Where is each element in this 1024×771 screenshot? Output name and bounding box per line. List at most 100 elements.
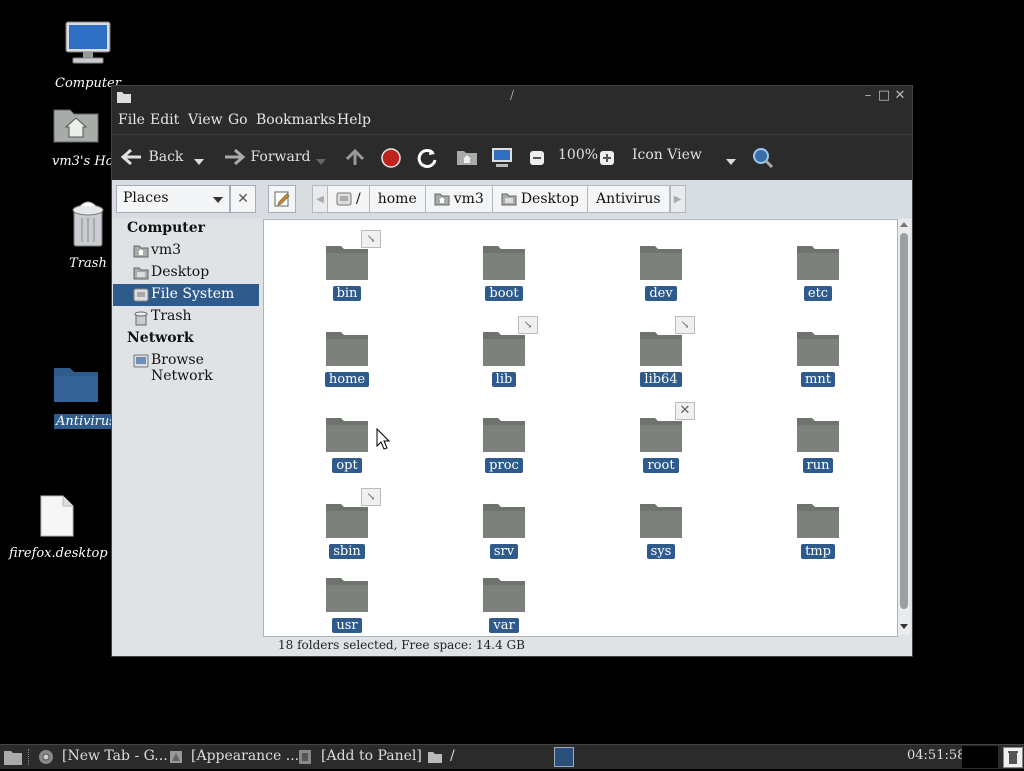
close-button[interactable]: ✕ xyxy=(893,89,907,103)
edit-location-button[interactable] xyxy=(268,185,296,213)
forward-history-dropdown[interactable] xyxy=(316,154,326,170)
scroll-down-arrow-icon[interactable] xyxy=(900,624,908,629)
taskbar-item-add-to-panel[interactable]: [Add to Panel] xyxy=(321,748,422,764)
title-bar[interactable]: / – □ ✕ xyxy=(112,86,912,108)
zoom-out-button[interactable] xyxy=(529,150,545,166)
chevron-down-icon xyxy=(213,197,223,203)
folder-item-var[interactable]: var xyxy=(459,574,549,633)
symlink-emblem-icon: ↘ xyxy=(518,316,538,334)
folder-label: run xyxy=(802,458,834,473)
show-desktop-icon[interactable] xyxy=(3,748,23,766)
folder-item-lib64[interactable]: lib64 xyxy=(616,328,706,387)
zoom-in-button[interactable] xyxy=(599,150,615,166)
desktop-icon-firefox[interactable]: firefox.desktop xyxy=(7,494,108,561)
maximize-button[interactable]: □ xyxy=(877,89,891,103)
desktop-folder-icon xyxy=(501,193,517,206)
stop-button[interactable] xyxy=(380,147,402,169)
breadcrumb-vm3[interactable]: vm3 xyxy=(425,185,493,213)
folder-item-srv[interactable]: srv xyxy=(459,500,549,559)
desktop-icon-label: Antivirus xyxy=(54,414,113,429)
folder-icon xyxy=(53,368,98,402)
folder-label: lib64 xyxy=(640,372,682,387)
folder-item-lib[interactable]: lib xyxy=(459,328,549,387)
breadcrumb-label: home xyxy=(377,191,417,207)
vertical-scrollbar[interactable] xyxy=(898,219,910,635)
view-mode-dropdown[interactable] xyxy=(726,154,736,170)
sidebar-places-select[interactable]: Places xyxy=(116,185,230,213)
folder-item-etc[interactable]: etc xyxy=(773,242,863,301)
drive-icon xyxy=(336,192,352,206)
sidebar-item-label: vm3 xyxy=(151,242,182,258)
menu-file[interactable]: File xyxy=(118,112,145,128)
workspace-switcher[interactable] xyxy=(554,747,574,767)
sidebar-item-desktop[interactable]: Desktop xyxy=(113,262,259,284)
scrollbar-thumb[interactable] xyxy=(900,233,908,609)
folder-item-home[interactable]: home xyxy=(302,328,392,387)
sidebar-item-label: Desktop xyxy=(151,264,210,280)
breadcrumb-home[interactable]: home xyxy=(369,185,426,213)
desktop-icon-home[interactable]: vm3's Home xyxy=(38,102,113,169)
menu-go[interactable]: Go xyxy=(228,112,248,128)
menu-help[interactable]: Help xyxy=(337,112,371,128)
menu-view[interactable]: View xyxy=(188,112,223,128)
breadcrumb-scroll-right[interactable]: ▶ xyxy=(669,185,686,213)
search-button[interactable] xyxy=(752,147,774,169)
folder-icon xyxy=(326,578,368,612)
folder-item-proc[interactable]: proc xyxy=(459,414,549,473)
folder-item-dev[interactable]: dev xyxy=(616,242,706,301)
folder-label: boot xyxy=(485,286,523,301)
chrome-icon[interactable] xyxy=(38,749,54,765)
home-folder-icon xyxy=(457,151,477,165)
forward-arrow-icon xyxy=(225,148,246,166)
breadcrumb-scroll-left[interactable]: ◀ xyxy=(312,185,328,213)
computer-button[interactable] xyxy=(490,147,514,169)
desktop-icon-antivirus[interactable]: Antivirus xyxy=(38,362,113,429)
view-mode-select[interactable]: Icon View xyxy=(632,147,702,163)
folder-item-mnt[interactable]: mnt xyxy=(773,328,863,387)
sidebar-item-browse-network[interactable]: Browse Network xyxy=(113,350,259,384)
reload-button[interactable] xyxy=(416,147,438,169)
home-button[interactable] xyxy=(456,147,478,167)
taskbar-item-appearance[interactable]: [Appearance ... xyxy=(191,748,299,764)
folder-icon[interactable] xyxy=(427,750,443,764)
folder-label: bin xyxy=(332,286,362,301)
folder-icon xyxy=(797,504,839,538)
sidebar-item-trash[interactable]: Trash xyxy=(113,306,259,328)
desktop-folder-icon xyxy=(133,267,149,280)
menu-bookmarks[interactable]: Bookmarks xyxy=(256,112,336,128)
desktop-icon-label: firefox.desktop xyxy=(9,546,108,561)
folder-item-bin[interactable]: bin xyxy=(302,242,392,301)
folder-item-tmp[interactable]: tmp xyxy=(773,500,863,559)
forward-button[interactable]: Forward xyxy=(222,147,311,167)
up-button[interactable] xyxy=(344,147,366,167)
menu-edit[interactable]: Edit xyxy=(150,112,179,128)
desktop-icon-computer[interactable]: Computer xyxy=(38,20,138,91)
folder-item-usr[interactable]: usr xyxy=(302,574,392,633)
breadcrumb-desktop[interactable]: Desktop xyxy=(492,185,589,213)
minimize-button[interactable]: – xyxy=(861,89,875,103)
back-history-dropdown[interactable] xyxy=(194,154,204,170)
add-to-panel-icon[interactable] xyxy=(298,749,312,765)
scroll-up-arrow-icon[interactable] xyxy=(900,222,908,227)
folder-item-sbin[interactable]: sbin xyxy=(302,500,392,559)
folder-item-boot[interactable]: boot xyxy=(459,242,549,301)
system-tray[interactable] xyxy=(962,746,998,768)
close-sidebar-button[interactable]: ✕ xyxy=(230,185,256,213)
folder-item-sys[interactable]: sys xyxy=(616,500,706,559)
taskbar-item-file-manager[interactable]: / xyxy=(450,748,455,764)
folder-item-root[interactable]: root xyxy=(616,414,706,473)
breadcrumb-root[interactable]: / xyxy=(328,185,370,213)
folder-item-run[interactable]: run xyxy=(773,414,863,473)
breadcrumb-antivirus[interactable]: Antivirus xyxy=(588,185,670,213)
sidebar-item-vm3[interactable]: vm3 xyxy=(113,240,259,262)
icon-view[interactable]: bin ↘ boot dev etc home lib ↘ lib64 ↘ mn… xyxy=(263,219,898,637)
home-folder-icon xyxy=(434,193,450,206)
folder-label: usr xyxy=(332,618,362,633)
folder-label: home xyxy=(324,372,370,387)
breadcrumb-label: vm3 xyxy=(453,191,484,207)
sidebar-item-file-system[interactable]: File System xyxy=(113,284,259,306)
taskbar-item-new-tab[interactable]: [New Tab - G... xyxy=(62,748,168,764)
trash-applet[interactable] xyxy=(1003,747,1023,768)
appearance-icon[interactable] xyxy=(168,749,184,765)
back-button[interactable]: Back xyxy=(120,147,183,167)
